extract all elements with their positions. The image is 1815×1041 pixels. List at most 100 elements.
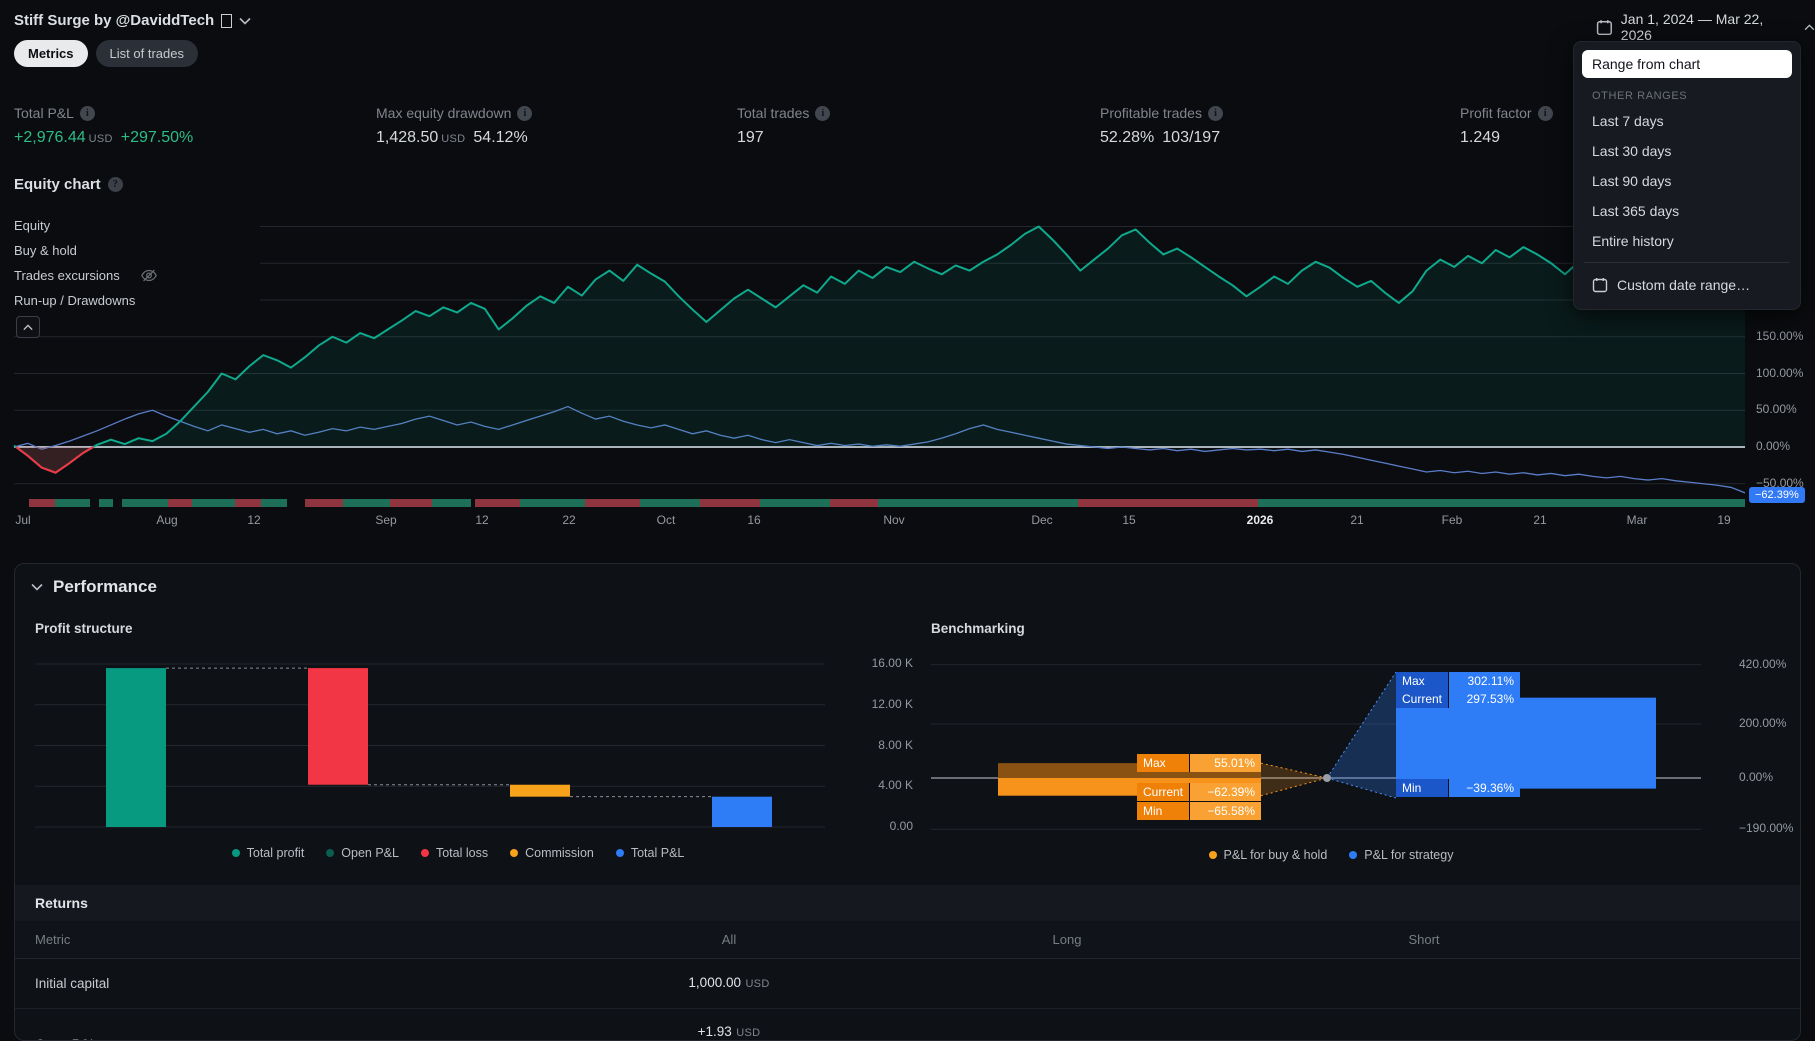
legend-dot (510, 849, 519, 857)
equity-chart-canvas[interactable] (0, 210, 1745, 510)
legend-item[interactable]: P&L for buy & hold (1208, 848, 1328, 862)
equity-x-axis: Jul Aug 12 Sep 12 22 Oct 16 Nov Dec 15 2026 21 Feb 21 M… (15, 513, 1731, 527)
legend-item[interactable]: P&L for strategy (1349, 848, 1453, 862)
menu-item-range-from-chart[interactable]: Range from chart (1582, 50, 1792, 78)
currency-unit: USD (745, 978, 770, 990)
strategy-current-box: Current 297.53% (1396, 690, 1520, 708)
metric-max-drawdown: Max equity drawdown i 1,428.50 USD 54.12% (376, 105, 533, 147)
view-tabs: Metrics List of trades (14, 40, 198, 67)
legend-dot (420, 849, 429, 857)
row-value: +1.93 USD (629, 1023, 829, 1040)
chevron-down-icon (239, 17, 251, 25)
benchmarking-chart[interactable] (931, 649, 1731, 844)
legend-dot (1349, 851, 1358, 859)
legend-dot (615, 849, 624, 857)
metric-profitable-trades: Profitable trades i 52.28% 103/197 (1100, 105, 1223, 147)
legend-trades-excursions[interactable]: Trades excursions (14, 268, 126, 283)
legend-item[interactable]: Total profit (231, 846, 304, 860)
row-label: Open P&L (35, 1037, 97, 1040)
calendar-icon (1596, 19, 1612, 35)
equity-chart-title: Equity chart (14, 176, 101, 193)
date-range-button[interactable]: Jan 1, 2024 — Mar 22, 2026 (1596, 11, 1815, 43)
strategy-min-box: Min −39.36% (1396, 779, 1520, 797)
legend-dot (1208, 851, 1217, 859)
legend-dot (326, 849, 335, 857)
last-value-badge: −62.39% (1749, 487, 1805, 503)
collapse-legend-button[interactable] (16, 316, 40, 338)
legend-label: Total loss (435, 846, 489, 860)
help-icon[interactable]: ? (107, 177, 123, 192)
chevron-up-icon (23, 323, 33, 330)
info-icon[interactable]: i (517, 105, 533, 121)
metric-total-pnl: Total P&L i +2,976.44 USD +297.50% (14, 105, 193, 147)
column-metric: Metric (35, 932, 71, 947)
legend-buy-and-hold[interactable]: Buy & hold (14, 243, 83, 258)
metric-value: 197 (737, 129, 764, 146)
profit-structure-chart[interactable] (35, 651, 865, 841)
legend-equity[interactable]: Equity (14, 218, 57, 233)
metric-value: +2,976.44 (14, 129, 86, 146)
menu-item-last-30-days[interactable]: Last 30 days (1582, 136, 1792, 166)
performance-title: Performance (53, 577, 157, 596)
menu-item-entire-history[interactable]: Entire history (1582, 226, 1792, 256)
legend-item[interactable]: Total P&L (615, 846, 685, 860)
date-range-dropdown: Range from chart OTHER RANGES Last 7 day… (1573, 41, 1801, 310)
menu-item-last-365-days[interactable]: Last 365 days (1582, 196, 1792, 226)
metric-label: Max equity drawdown (376, 105, 512, 121)
column-all: All (721, 932, 737, 947)
value-cell: 297.53% (1448, 690, 1520, 708)
profit-structure-title: Profit structure (35, 621, 133, 636)
performance-header[interactable]: Performance (31, 577, 157, 597)
menu-item-last-90-days[interactable]: Last 90 days (1582, 166, 1792, 196)
returns-title: Returns (35, 895, 88, 911)
chevron-down-icon (31, 583, 43, 591)
currency-unit: USD (88, 133, 113, 145)
strategy-max-box: Max 302.11% (1396, 672, 1520, 690)
info-icon[interactable]: i (1537, 105, 1553, 121)
label-cell: Max (1137, 754, 1189, 772)
metric-label: Total trades (737, 105, 810, 121)
label-cell: Min (1137, 802, 1189, 820)
currency-unit: USD (736, 1027, 761, 1039)
info-icon[interactable]: i (815, 105, 831, 121)
buyhold-max-box: Max 55.01% (1137, 754, 1261, 772)
legend-item[interactable]: Open P&L (326, 846, 399, 860)
metric-profit-factor: Profit factor i 1.249 (1460, 105, 1553, 147)
metric-value: 52.28% (1100, 129, 1155, 146)
divider (15, 1008, 1800, 1009)
info-icon[interactable]: i (79, 105, 95, 121)
legend-runup-drawdowns[interactable]: Run-up / Drawdowns (14, 293, 142, 308)
label-cell: Max (1396, 672, 1448, 690)
legend-item[interactable]: Total loss (420, 846, 489, 860)
info-icon[interactable]: i (1207, 105, 1223, 121)
menu-item-last-7-days[interactable]: Last 7 days (1582, 106, 1792, 136)
visibility-off-icon[interactable] (140, 268, 158, 283)
value-cell: −62.39% (1189, 783, 1261, 801)
legend-dot (231, 849, 240, 857)
legend-label: Total P&L (630, 846, 685, 860)
column-short: Short (1408, 932, 1440, 947)
tab-list-of-trades[interactable]: List of trades (95, 40, 198, 67)
tab-metrics[interactable]: Metrics (14, 40, 88, 67)
strategy-title[interactable]: Stiff Surge by @DaviddTech (14, 12, 251, 29)
strategy-tester-page: { "header": { "title": "Stiff Surge by @… (0, 0, 1815, 1041)
benchmarking-legend: P&L for buy & hold P&L for strategy (931, 848, 1731, 862)
buyhold-current-box: Current −62.39% (1137, 783, 1261, 801)
metric-label: Profitable trades (1100, 105, 1202, 121)
legend-item[interactable]: Commission (510, 846, 594, 860)
metric-extra: 54.12% (473, 129, 528, 146)
divider (1584, 262, 1790, 263)
menu-item-custom-date-range[interactable]: Custom date range… (1582, 269, 1792, 301)
legend-label: Commission (525, 846, 594, 860)
label-cell: Current (1396, 690, 1448, 708)
column-long: Long (1052, 932, 1082, 947)
value-cell: −65.58% (1189, 802, 1261, 820)
equity-chart-heading: Equity chart ? (14, 176, 123, 193)
dropdown-section-label: OTHER RANGES (1592, 90, 1688, 102)
value-cell: 302.11% (1448, 672, 1520, 690)
value: +1.93 (697, 1024, 732, 1039)
legend-label: P&L for buy & hold (1223, 848, 1328, 862)
metric-total-trades: Total trades i 197 (737, 105, 831, 147)
metric-extra: +297.50% (120, 129, 194, 146)
returns-header: Returns (15, 885, 1800, 921)
